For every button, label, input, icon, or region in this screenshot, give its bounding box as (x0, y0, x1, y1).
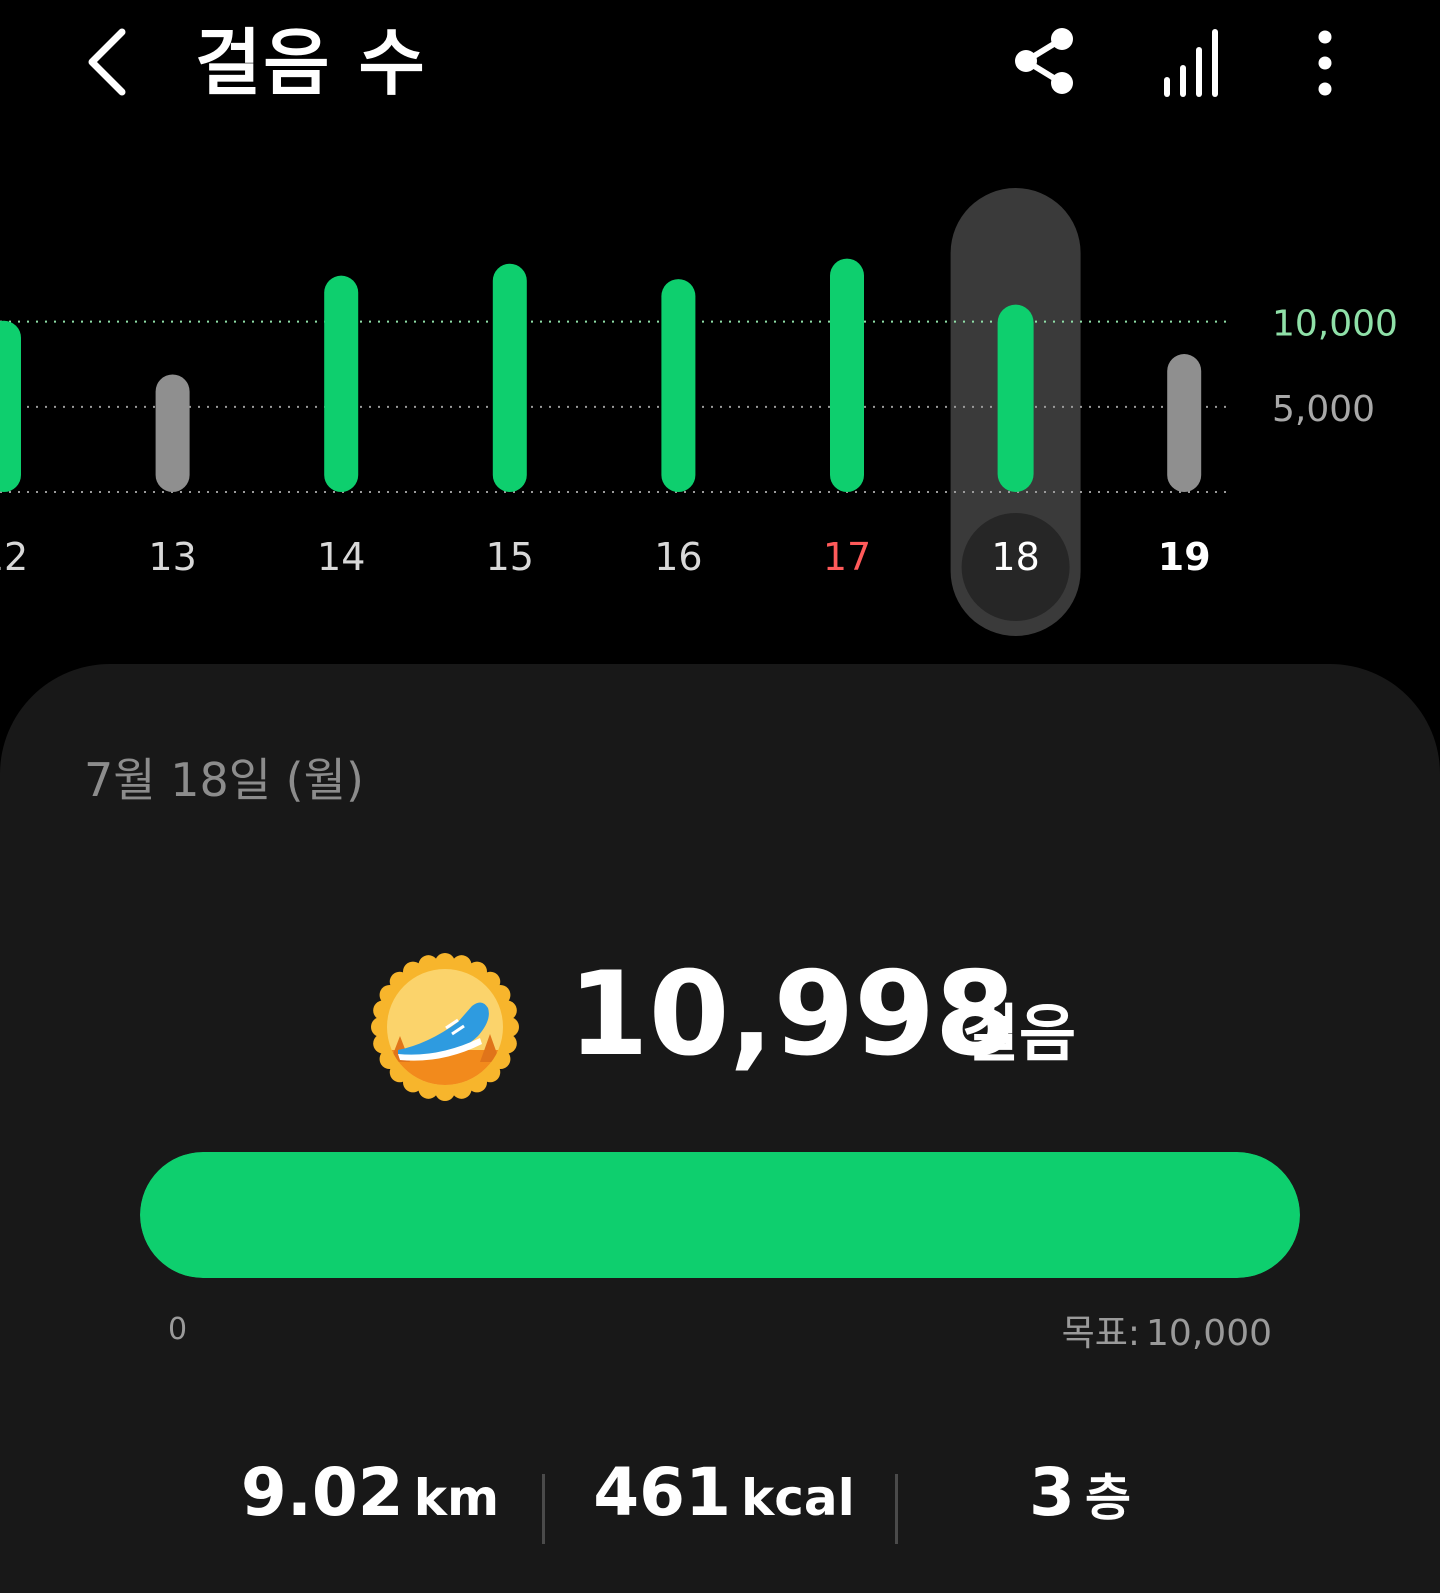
signal-bars-icon (1164, 29, 1218, 97)
x-tick-label-14: 14 (317, 535, 365, 579)
distance-unit: km (413, 1469, 500, 1527)
bar-day-13 (155, 374, 190, 492)
stat-divider (895, 1474, 898, 1544)
bar-day-14 (324, 275, 359, 492)
bar-day-19 (1167, 354, 1202, 492)
bar-day-18 (997, 304, 1034, 492)
distance-stat[interactable]: 9.02 km (190, 1454, 550, 1544)
chart-view-button[interactable] (1160, 25, 1226, 101)
step-count: 10,998 (568, 947, 1016, 1082)
goal-prefix: 목표: (1061, 1313, 1141, 1354)
progress-min-label: 0 (168, 1312, 188, 1347)
x-tick-label-13: 13 (148, 535, 196, 579)
more-options-button[interactable] (1300, 25, 1350, 101)
distance-value: 9.02 (240, 1454, 404, 1531)
back-arrow-icon (88, 28, 126, 96)
x-tick-label-16: 16 (654, 535, 702, 579)
floors-stat[interactable]: 3 층 (900, 1454, 1260, 1544)
selected-date: 7월 18일 (월) (84, 753, 364, 807)
goal-progress-bar (140, 1152, 1300, 1278)
calories-unit: kcal (741, 1469, 855, 1527)
bar-day-15 (492, 263, 527, 492)
goal-label: 목표: 10,000 (1056, 1304, 1272, 1356)
more-vert-icon (1318, 30, 1332, 96)
floors-value: 3 (1029, 1454, 1075, 1531)
calories-stat[interactable]: 461 kcal (546, 1454, 902, 1544)
x-tick-label-15: 15 (486, 535, 534, 579)
share-button[interactable] (1008, 25, 1084, 101)
x-tick-label-19: 19 (1158, 535, 1211, 579)
app-header: 걸음 수 (0, 0, 1440, 130)
stats-row: 9.02 km 461 kcal 3 층 (0, 1454, 1440, 1544)
daily-steps-chart[interactable]: 10,000 5,000 12 13 14 15 16 17 18 19 (0, 150, 1440, 640)
chart-canvas: 10,000 5,000 12 13 14 15 16 17 18 19 (0, 188, 1398, 636)
x-tick-label-17: 17 (823, 535, 871, 579)
goal-value: 10,000 (1146, 1313, 1272, 1354)
detail-panel: 7월 18일 (월) 10,998 걸음 0 목표: 10,000 9.02 k… (0, 664, 1440, 1593)
y-tick-label: 5,000 (1272, 389, 1375, 430)
x-tick-label-18: 18 (991, 535, 1039, 579)
goal-progress-fill (140, 1152, 1300, 1278)
y-tick-label: 10,000 (1272, 304, 1398, 345)
stat-divider (542, 1474, 545, 1544)
page-title: 걸음 수 (195, 21, 427, 105)
x-tick-label-12: 12 (0, 535, 28, 579)
floors-unit: 층 (1084, 1469, 1131, 1527)
bar-day-12 (0, 320, 21, 492)
bar-day-16 (661, 279, 696, 492)
running-shoe-badge-icon (368, 950, 522, 1104)
step-unit: 걸음 (962, 997, 1077, 1070)
back-button[interactable] (78, 22, 148, 102)
share-icon (1015, 28, 1073, 94)
bar-day-17 (830, 258, 864, 492)
calories-value: 461 (593, 1454, 731, 1531)
